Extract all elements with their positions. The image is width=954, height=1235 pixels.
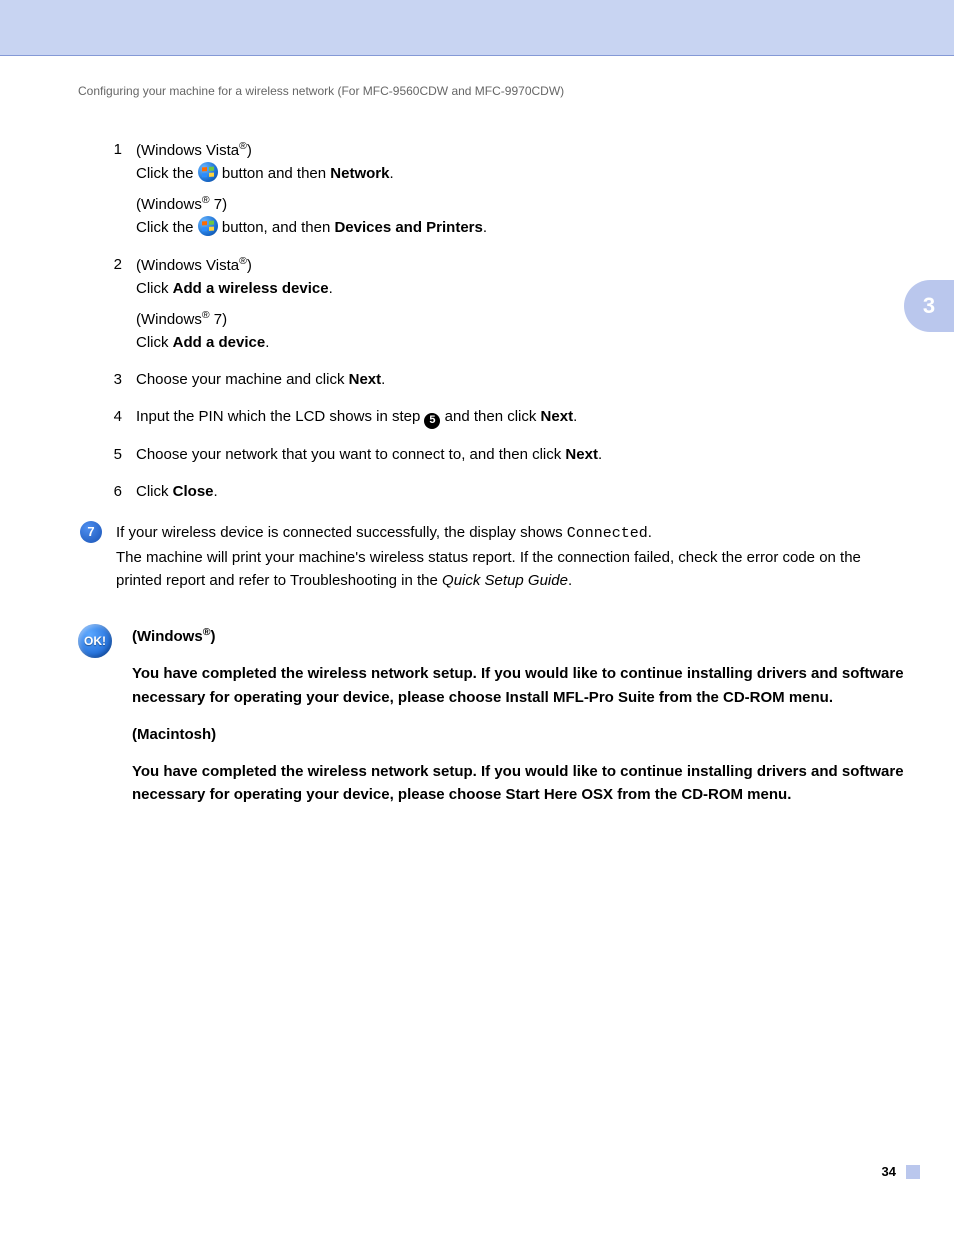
step-num: 2 [78, 253, 122, 354]
step-num: 4 [78, 405, 122, 429]
ok-section: OK! (Windows®) You have completed the wi… [78, 624, 904, 821]
text: (Windows [136, 311, 202, 328]
step-6: 6 Click Close. [78, 480, 904, 503]
text: . [598, 446, 602, 463]
top-bar [0, 0, 954, 56]
step-2: 2 (Windows Vista®) Click Add a wireless … [78, 253, 904, 354]
bold: Add a device [173, 334, 266, 351]
text: Click [136, 334, 173, 351]
text: button and then [218, 165, 331, 182]
reg-mark: ® [239, 255, 247, 267]
page-header: Configuring your machine for a wireless … [0, 56, 954, 98]
step-reference-icon: 5 [424, 413, 440, 429]
text: Click the [136, 219, 198, 236]
ok-badge-icon: OK! [78, 624, 112, 658]
bold: Next [349, 371, 382, 388]
text: (Windows [136, 196, 202, 213]
step-num: 5 [78, 443, 122, 466]
text: 7) [210, 311, 228, 328]
windows-start-icon [198, 216, 218, 236]
lcd-text: Connected [567, 525, 648, 542]
text: . [483, 219, 487, 236]
paragraph: You have completed the wireless network … [132, 662, 904, 709]
text: and then click [440, 408, 540, 425]
content: 1 (Windows Vista®) Click the button and … [0, 98, 954, 821]
text: . [389, 165, 393, 182]
step-3: 3 Choose your machine and click Next. [78, 368, 904, 391]
text: 7) [210, 196, 228, 213]
text: . [573, 408, 577, 425]
text: (Windows Vista [136, 142, 239, 159]
text: . [568, 572, 572, 589]
text: ) [247, 257, 252, 274]
reg-mark: ® [202, 194, 210, 206]
text: If your wireless device is connected suc… [116, 524, 567, 541]
text: . [214, 483, 218, 500]
step-4: 4 Input the PIN which the LCD shows in s… [78, 405, 904, 429]
step-badge-icon: 7 [80, 521, 102, 543]
step-num: 1 [78, 138, 122, 239]
heading: (Macintosh) [132, 723, 904, 746]
text: Click the [136, 165, 198, 182]
windows-start-icon [198, 162, 218, 182]
reg-mark: ® [202, 309, 210, 321]
text: (Windows Vista [136, 257, 239, 274]
step-5: 5 Choose your network that you want to c… [78, 443, 904, 466]
bold: Devices and Printers [334, 219, 482, 236]
text: . [265, 334, 269, 351]
heading: ) [210, 628, 215, 645]
bold: Next [565, 446, 598, 463]
bold: Close [173, 483, 214, 500]
bold: Next [541, 408, 574, 425]
step-num: 6 [78, 480, 122, 503]
step-1: 1 (Windows Vista®) Click the button and … [78, 138, 904, 239]
text: . [381, 371, 385, 388]
reg-mark: ® [239, 140, 247, 152]
bold: Network [330, 165, 389, 182]
text: ) [247, 142, 252, 159]
text: . [329, 280, 333, 297]
text: button, and then [218, 219, 335, 236]
chapter-tab: 3 [904, 280, 954, 332]
step-7: 7 If your wireless device is connected s… [78, 521, 904, 592]
bold: Add a wireless device [173, 280, 329, 297]
text: Input the PIN which the LCD shows in ste… [136, 408, 424, 425]
text: Click [136, 280, 173, 297]
heading: (Windows [132, 628, 203, 645]
text: Click [136, 483, 173, 500]
page-mark [906, 1165, 920, 1179]
text: . [648, 524, 652, 541]
step-num: 3 [78, 368, 122, 391]
text: Choose your network that you want to con… [136, 446, 565, 463]
text: Choose your machine and click [136, 371, 349, 388]
page-number: 34 [882, 1164, 896, 1179]
doc-ref: Quick Setup Guide [442, 572, 568, 589]
paragraph: You have completed the wireless network … [132, 760, 904, 807]
